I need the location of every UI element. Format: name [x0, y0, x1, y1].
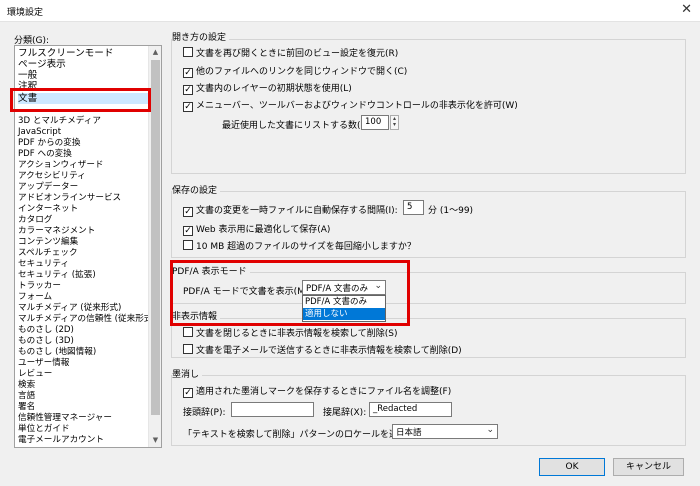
category-item[interactable]: マルチメディアの信頼性 (従来形式) — [18, 314, 156, 325]
close-icon[interactable]: ✕ — [681, 2, 692, 17]
category-item[interactable]: 3D とマルチメディア — [18, 116, 101, 127]
category-item[interactable]: インターネット — [18, 204, 78, 215]
category-item[interactable]: 電子メールアカウント — [18, 435, 104, 446]
redaction-title: 墨消し — [172, 367, 203, 380]
category-item[interactable]: 言語 — [18, 391, 35, 402]
category-item[interactable]: アドビオンラインサービス — [18, 193, 121, 204]
category-item[interactable]: ものさし (2D) — [18, 325, 74, 336]
layer-state-checkbox[interactable]: ✓ — [183, 85, 193, 95]
reduce-size-option[interactable]: 10 MB 超過のファイルのサイズを毎回縮小しますか？ — [183, 239, 416, 252]
scroll-up-icon[interactable]: ▲ — [149, 48, 161, 56]
remove-on-email-checkbox[interactable] — [183, 344, 193, 354]
recent-docs-label: 最近使用した文書にリストする数(U): — [222, 121, 374, 131]
category-item[interactable]: PDF からの変換 — [18, 138, 80, 149]
category-item[interactable]: カタログ — [18, 215, 52, 226]
save-settings-title: 保存の設定 — [172, 183, 221, 196]
annotation-highlight-box — [10, 88, 151, 112]
autosave-unit-label: 分 (1〜99) — [428, 206, 474, 216]
category-item[interactable]: カラーマネジメント — [18, 226, 95, 237]
recent-docs-input[interactable]: 100 — [361, 115, 389, 130]
autosave-checkbox[interactable]: ✓ — [183, 207, 193, 217]
category-item[interactable]: スペルチェック — [18, 248, 78, 259]
category-item[interactable]: フォーム — [18, 292, 52, 303]
remove-on-close-checkbox[interactable] — [183, 327, 193, 337]
suffix-input[interactable]: _Redacted — [369, 402, 452, 417]
locale-select[interactable]: 日本語 ⌄ — [392, 424, 498, 439]
category-item[interactable]: アクセシビリティ — [18, 171, 86, 182]
category-item[interactable]: 署名 — [18, 402, 35, 413]
autosave-option[interactable]: ✓ 文書の変更を一時ファイルに自動保存する間隔(I): — [183, 203, 398, 217]
restore-view-checkbox[interactable] — [183, 47, 193, 57]
layer-state-option[interactable]: ✓ 文書内のレイヤーの初期状態を使用(L) — [183, 81, 352, 95]
category-item[interactable]: 検索 — [18, 380, 35, 391]
category-item[interactable]: マルチメディア (従来形式) — [18, 303, 121, 314]
category-item[interactable]: トラッカー — [18, 281, 61, 292]
scroll-down-icon[interactable]: ▼ — [149, 436, 161, 444]
ok-button[interactable]: OK — [539, 458, 605, 476]
reduce-size-checkbox[interactable] — [183, 240, 193, 250]
suffix-label: 接尾辞(X): — [323, 408, 367, 418]
category-item[interactable]: コンテンツ編集 — [18, 237, 78, 248]
category-item[interactable]: 一般 — [18, 70, 37, 81]
category-item[interactable]: アップデーター — [18, 182, 78, 193]
recent-docs-spinner[interactable]: ▴ ▾ — [390, 115, 399, 130]
category-item[interactable]: ものさし (地図情報) — [18, 347, 96, 358]
restore-view-option[interactable]: 文書を再び開くときに前回のビュー設定を復元(R) — [183, 46, 398, 59]
autosave-interval-input[interactable]: 5 — [403, 200, 424, 215]
hide-menubar-option[interactable]: ✓ メニューバー、ツールバーおよびウィンドウコントロールの非表示化を許可(W) — [183, 98, 518, 112]
web-optimize-checkbox[interactable]: ✓ — [183, 226, 193, 236]
category-item[interactable]: 信頼性管理マネージャー — [18, 413, 112, 424]
window-title: 環境設定 — [7, 8, 44, 18]
open-settings-title: 開き方の設定 — [172, 30, 230, 43]
adjust-filename-option[interactable]: ✓ 適用された墨消しマークを保存するときにファイル名を調整(F) — [183, 384, 451, 398]
same-window-option[interactable]: ✓ 他のファイルへのリンクを同じウィンドウで開く(C) — [183, 64, 407, 78]
category-item[interactable]: 単位とガイド — [18, 424, 70, 435]
category-item[interactable]: PDF への変換 — [18, 149, 72, 160]
category-item[interactable]: JavaScript — [18, 127, 61, 138]
category-item[interactable]: アクションウィザード — [18, 160, 104, 171]
category-item[interactable]: セキュリティ (拡張) — [18, 270, 96, 281]
category-item[interactable]: レビュー — [18, 369, 52, 380]
web-optimize-option[interactable]: ✓ Web 表示用に最適化して保存(A) — [183, 222, 330, 236]
adjust-filename-checkbox[interactable]: ✓ — [183, 388, 193, 398]
same-window-checkbox[interactable]: ✓ — [183, 68, 193, 78]
chevron-down-icon: ⌄ — [486, 425, 494, 435]
category-item[interactable]: フルスクリーンモード — [18, 48, 113, 59]
cancel-button[interactable]: キャンセル — [613, 458, 684, 476]
category-item[interactable]: ものさし (3D) — [18, 336, 74, 347]
prefix-input[interactable] — [231, 402, 314, 417]
prefix-label: 接頭辞(P): — [183, 408, 226, 418]
category-item[interactable]: セキュリティ — [18, 259, 69, 270]
scroll-thumb[interactable] — [151, 60, 160, 415]
remove-on-email-option[interactable]: 文書を電子メールで送信するときに非表示情報を検索して削除(D) — [183, 343, 462, 356]
category-item[interactable]: ユーザー情報 — [18, 358, 69, 369]
category-item[interactable]: ページ表示 — [18, 59, 66, 70]
locale-label: 「テキストを検索して削除」パターンのロケールを選択(H): — [183, 430, 424, 440]
hide-menubar-checkbox[interactable]: ✓ — [183, 102, 193, 112]
title-bar: 環境設定 ✕ — [0, 0, 700, 22]
annotation-highlight-box — [170, 260, 410, 326]
remove-on-close-option[interactable]: 文書を閉じるときに非表示情報を検索して削除(S) — [183, 326, 397, 339]
